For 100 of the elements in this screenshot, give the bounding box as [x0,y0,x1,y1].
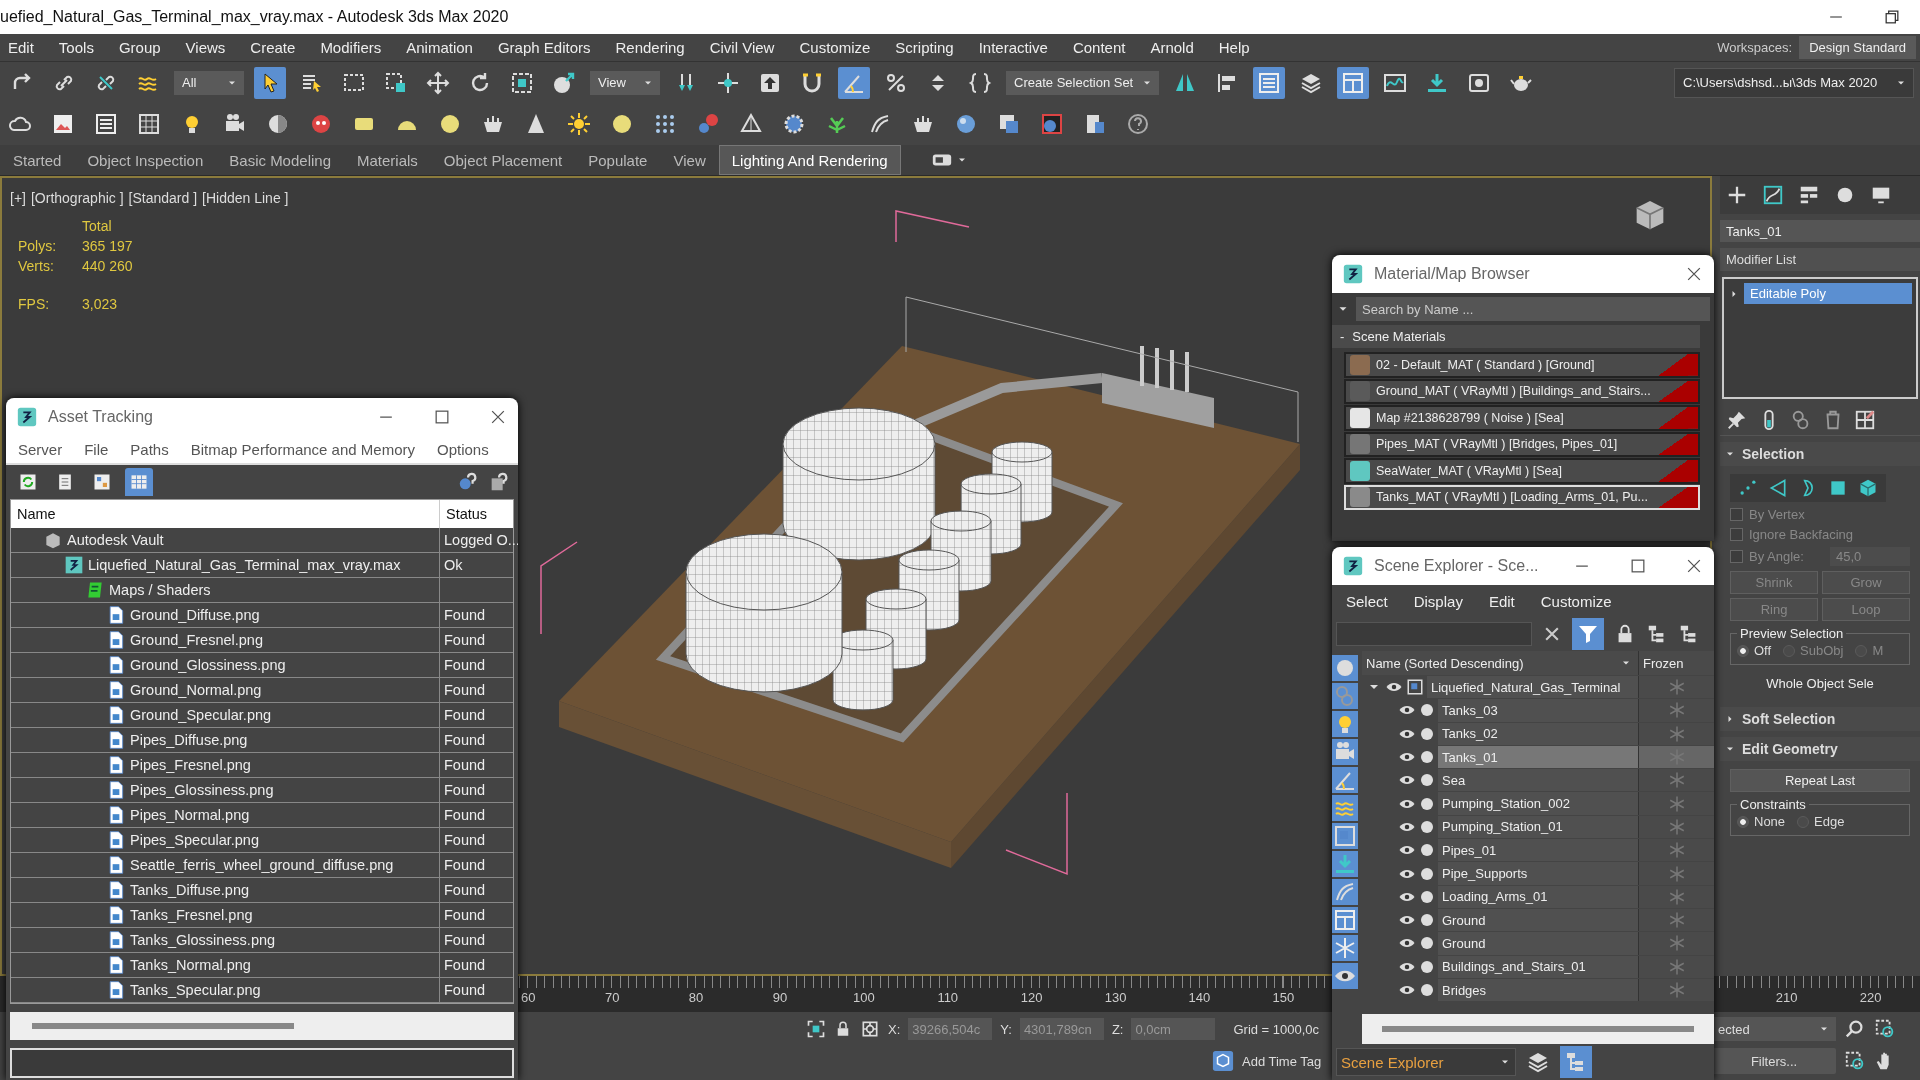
menu-item[interactable]: Group [118,39,161,56]
menu-item[interactable]: Arnold [1150,39,1194,56]
menu-item[interactable]: Display [1413,592,1463,610]
hierarchy-icon[interactable] [1798,184,1820,206]
tag-cube-icon[interactable] [1212,1050,1234,1072]
ribbon-tab[interactable]: Object Placement [430,145,576,175]
object-name[interactable]: Liquefied_Natural_Gas_Terminal [1427,676,1638,699]
cursor-icon[interactable] [254,66,286,99]
column-header[interactable]: Name [11,500,439,528]
zoom-extents-icon[interactable] [1874,1018,1896,1040]
object-name[interactable]: Bridges [1438,978,1638,1002]
scrollbar-thumb[interactable] [32,1023,294,1029]
menu-item[interactable]: Tools [58,39,94,56]
asset-name[interactable]: Pipes_Normal.png [130,807,250,823]
object-name[interactable]: Loading_Arms_01 [1438,885,1638,908]
selection-filter-dropdown[interactable]: ected [1712,1017,1836,1041]
eye-icon[interactable] [1332,963,1358,989]
target-icon[interactable] [860,1019,880,1039]
menu-item[interactable]: Modifiers [320,39,382,56]
object-name[interactable]: Ground [1438,908,1638,932]
ribbon-tab[interactable]: Object Inspection [74,145,217,175]
bent-line-icon[interactable] [1762,184,1784,206]
object-name[interactable]: Pumping_Station_002 [1438,792,1638,815]
dropdown[interactable]: View [590,70,660,95]
menu-item[interactable]: Graph Editors [497,39,591,56]
asset-name[interactable]: Tanks_Diffuse.png [130,882,250,898]
menu-item[interactable]: Views [185,39,226,56]
ribbon-tab[interactable]: Populate [575,145,661,175]
menu-item[interactable]: Edit [8,39,34,56]
element-icon[interactable] [1858,478,1878,498]
ribbon-tab[interactable]: Basic Modeling [216,145,344,175]
asset-name[interactable]: Liquefied_Natural_Gas_Terminal_max_vray.max [88,557,401,573]
material-row[interactable]: 02 - Default_MAT ( Standard ) [Ground] [1344,352,1700,378]
asset-name[interactable]: Ground_Normal.png [130,682,262,698]
repeat-last-button[interactable]: Repeat Last [1730,769,1910,792]
material-row[interactable]: Map #2138628799 ( Noise ) [Sea] [1344,405,1700,431]
viewport-menu[interactable]: [Hidden Line ] [202,190,289,206]
filters-button[interactable]: Filters... [1712,1048,1836,1074]
radio-button[interactable] [1737,815,1749,828]
angle-icon[interactable] [838,66,870,99]
object-name[interactable]: Ground [1438,932,1638,955]
workspace-dropdown[interactable]: Design Standard [1799,36,1916,59]
viewport-menu[interactable]: [+] [10,190,26,206]
column-header[interactable]: Name (Sorted Descending) [1362,651,1638,675]
group-header[interactable]: - Scene Materials [1332,325,1700,348]
menu-item[interactable]: Bitmap Performance and Memory [190,441,415,458]
add-time-tag-button[interactable]: Add Time Tag [1242,1053,1322,1069]
dropdown[interactable]: Create Selection Set [1006,70,1160,95]
object-name-field[interactable]: Tanks_01 [1720,220,1920,242]
asset-name[interactable]: Ground_Diffuse.png [130,607,260,623]
object-name[interactable]: Pipe_Supports [1438,862,1638,885]
material-row[interactable]: Pipes_MAT ( VRayMtl ) [Bridges, Pipes_01] [1344,431,1700,457]
material-row[interactable]: Ground_MAT ( VRayMtl ) [Buildings_and_Stairs... [1344,378,1700,404]
object-name[interactable]: Tanks_02 [1438,722,1638,745]
scrollbar-thumb[interactable] [1382,1026,1694,1032]
search-field[interactable] [1336,622,1532,646]
menu-item[interactable]: Customize [799,39,871,56]
explorer-dropdown[interactable]: Scene Explorer [1336,1048,1516,1076]
filter-icon[interactable] [1572,618,1604,650]
input-field[interactable] [10,1048,514,1078]
panels-icon[interactable] [1337,66,1370,99]
object-name[interactable]: Tanks_01 [1438,745,1638,769]
asset-name[interactable]: Ground_Fresnel.png [130,632,263,648]
column-header[interactable]: Frozen [1638,651,1714,675]
rollout-header[interactable]: Edit Geometry [1720,737,1920,761]
rollout-header[interactable]: Selection [1720,442,1920,466]
plus-icon[interactable] [1726,184,1748,206]
asset-name[interactable]: Tanks_Fresnel.png [130,907,253,923]
asset-name[interactable]: Pipes_Fresnel.png [130,757,251,773]
layers-icon[interactable] [1526,1050,1550,1074]
material-row[interactable]: SeaWater_MAT ( VRayMtl ) [Sea] [1344,458,1700,484]
object-name[interactable]: Pipes_01 [1438,839,1638,862]
table-icon[interactable] [125,468,153,496]
menu-item[interactable]: Customize [1540,592,1612,610]
asset-name[interactable]: Tanks_Specular.png [130,982,261,998]
search-field[interactable]: Search by Name ... [1356,297,1710,321]
menu-item[interactable]: Select [1346,592,1388,610]
rollout-header[interactable]: Soft Selection [1720,707,1920,731]
object-name[interactable]: Buildings_and_Stairs_01 [1438,955,1638,978]
menu-item[interactable]: Server [18,441,63,458]
layer-box-icon[interactable] [1332,823,1358,849]
asset-name[interactable]: Ground_Glossiness.png [130,657,286,673]
project-path-dropdown[interactable]: C:\Users\dshsd...ы\3ds Max 2020 [1674,67,1914,98]
configure-icon[interactable] [1854,409,1876,431]
asset-name[interactable]: Pipes_Specular.png [130,832,259,848]
radio-button[interactable] [1737,644,1749,657]
edge-icon[interactable] [1768,478,1788,498]
modifier-list-dropdown[interactable]: Modifier List [1720,248,1920,271]
object-name[interactable]: Sea [1438,769,1638,792]
viewport-menu[interactable]: [Standard ] [128,190,198,206]
menu-item[interactable]: Help [1218,39,1250,56]
dropdown[interactable]: All [174,70,244,95]
menu-item[interactable]: Interactive [978,39,1048,56]
menu-item[interactable]: Scripting [895,39,954,56]
asset-name[interactable]: Maps / Shaders [109,582,211,598]
menu-item[interactable]: Create [250,39,296,56]
asset-name[interactable]: Tanks_Normal.png [130,957,251,973]
ribbon-tab[interactable]: View [660,145,719,175]
object-name[interactable]: Pumping_Station_01 [1438,815,1638,839]
list-icon[interactable] [1253,66,1286,99]
